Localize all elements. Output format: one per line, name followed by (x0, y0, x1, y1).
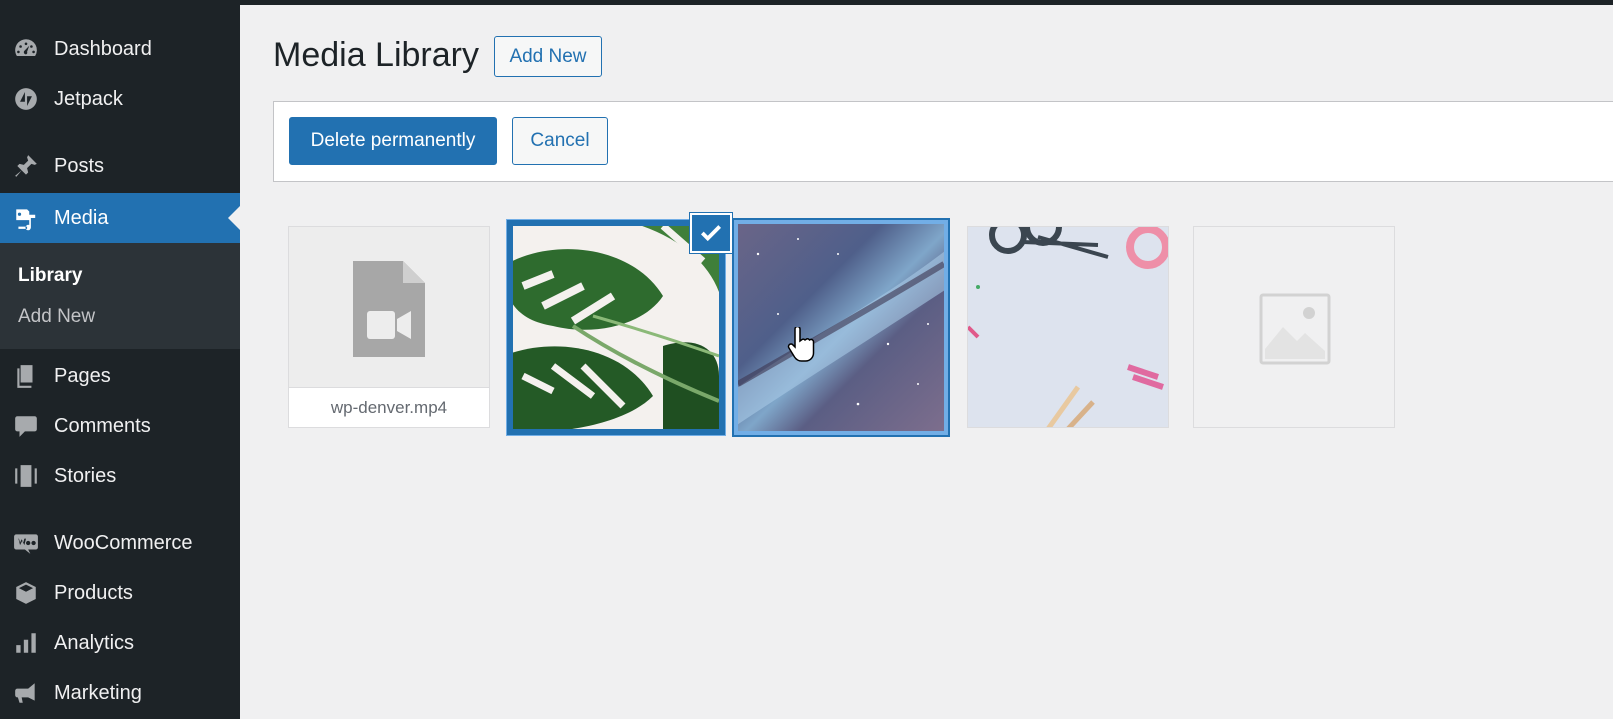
milky-way-image (738, 238, 944, 425)
sidebar-item-products[interactable]: Products (0, 568, 240, 618)
sidebar-item-label: Media (54, 206, 109, 229)
sidebar-item-comments[interactable]: Comments (0, 401, 240, 451)
attachment-video[interactable]: wp-denver.mp4 (288, 226, 490, 428)
comment-icon (12, 412, 40, 440)
image-placeholder-icon (1259, 293, 1331, 365)
sidebar-item-label: WooCommerce (54, 531, 193, 554)
sidebar-item-jetpack[interactable]: Jetpack (0, 74, 240, 124)
admin-sidebar: Dashboard Jetpack Posts Media Library Ad… (0, 0, 240, 719)
submenu-item-add-new[interactable]: Add New (18, 306, 95, 328)
sidebar-item-label: Dashboard (54, 37, 152, 60)
dashboard-icon (12, 35, 40, 63)
delete-permanently-button[interactable]: Delete permanently (289, 117, 497, 165)
sidebar-item-label: Jetpack (54, 87, 123, 110)
add-new-button[interactable]: Add New (494, 36, 602, 77)
selected-check-icon[interactable] (690, 213, 732, 253)
sidebar-item-label: Pages (54, 364, 111, 387)
sidebar-item-label: Analytics (54, 631, 135, 654)
media-submenu: Library Add New (0, 243, 240, 349)
admin-bar (0, 0, 1613, 5)
pushpin-icon (12, 152, 40, 180)
sidebar-item-stories[interactable]: Stories (0, 451, 240, 501)
cancel-button[interactable]: Cancel (512, 117, 608, 165)
sidebar-item-dashboard[interactable]: Dashboard (0, 24, 240, 74)
sidebar-item-marketing[interactable]: Marketing (0, 668, 240, 718)
jetpack-icon (12, 85, 40, 113)
attachment-filename: wp-denver.mp4 (289, 387, 489, 427)
sidebar-item-woocommerce[interactable]: WooCommerce (0, 518, 240, 568)
megaphone-icon (12, 679, 40, 707)
sidebar-item-label: Stories (54, 464, 117, 487)
products-box-icon (12, 579, 40, 607)
monstera-leaves-image (513, 226, 719, 429)
craft-supplies-image (968, 227, 1168, 427)
hand-pointer-cursor-icon (787, 327, 815, 362)
attachment-image-placeholder[interactable] (1193, 226, 1395, 428)
woocommerce-icon (12, 529, 40, 557)
sidebar-item-label: Comments (54, 414, 151, 437)
media-icon (12, 204, 40, 232)
page-title: Media Library (273, 36, 479, 74)
video-file-icon (353, 261, 425, 357)
bar-chart-icon (12, 629, 40, 657)
sidebar-item-media[interactable]: Media (0, 193, 240, 243)
sidebar-item-analytics[interactable]: Analytics (0, 618, 240, 668)
stories-icon (12, 462, 40, 490)
pages-icon (12, 362, 40, 390)
sidebar-item-posts[interactable]: Posts (0, 141, 240, 191)
sidebar-item-label: Posts (54, 154, 105, 177)
attachment-image-milky-way[interactable] (734, 220, 948, 435)
sidebar-item-label: Marketing (54, 681, 142, 704)
sidebar-item-label: Products (54, 581, 133, 604)
attachment-image-craft-supplies[interactable] (967, 226, 1169, 428)
submenu-item-library[interactable]: Library (18, 265, 82, 287)
sidebar-item-pages[interactable]: Pages (0, 351, 240, 401)
